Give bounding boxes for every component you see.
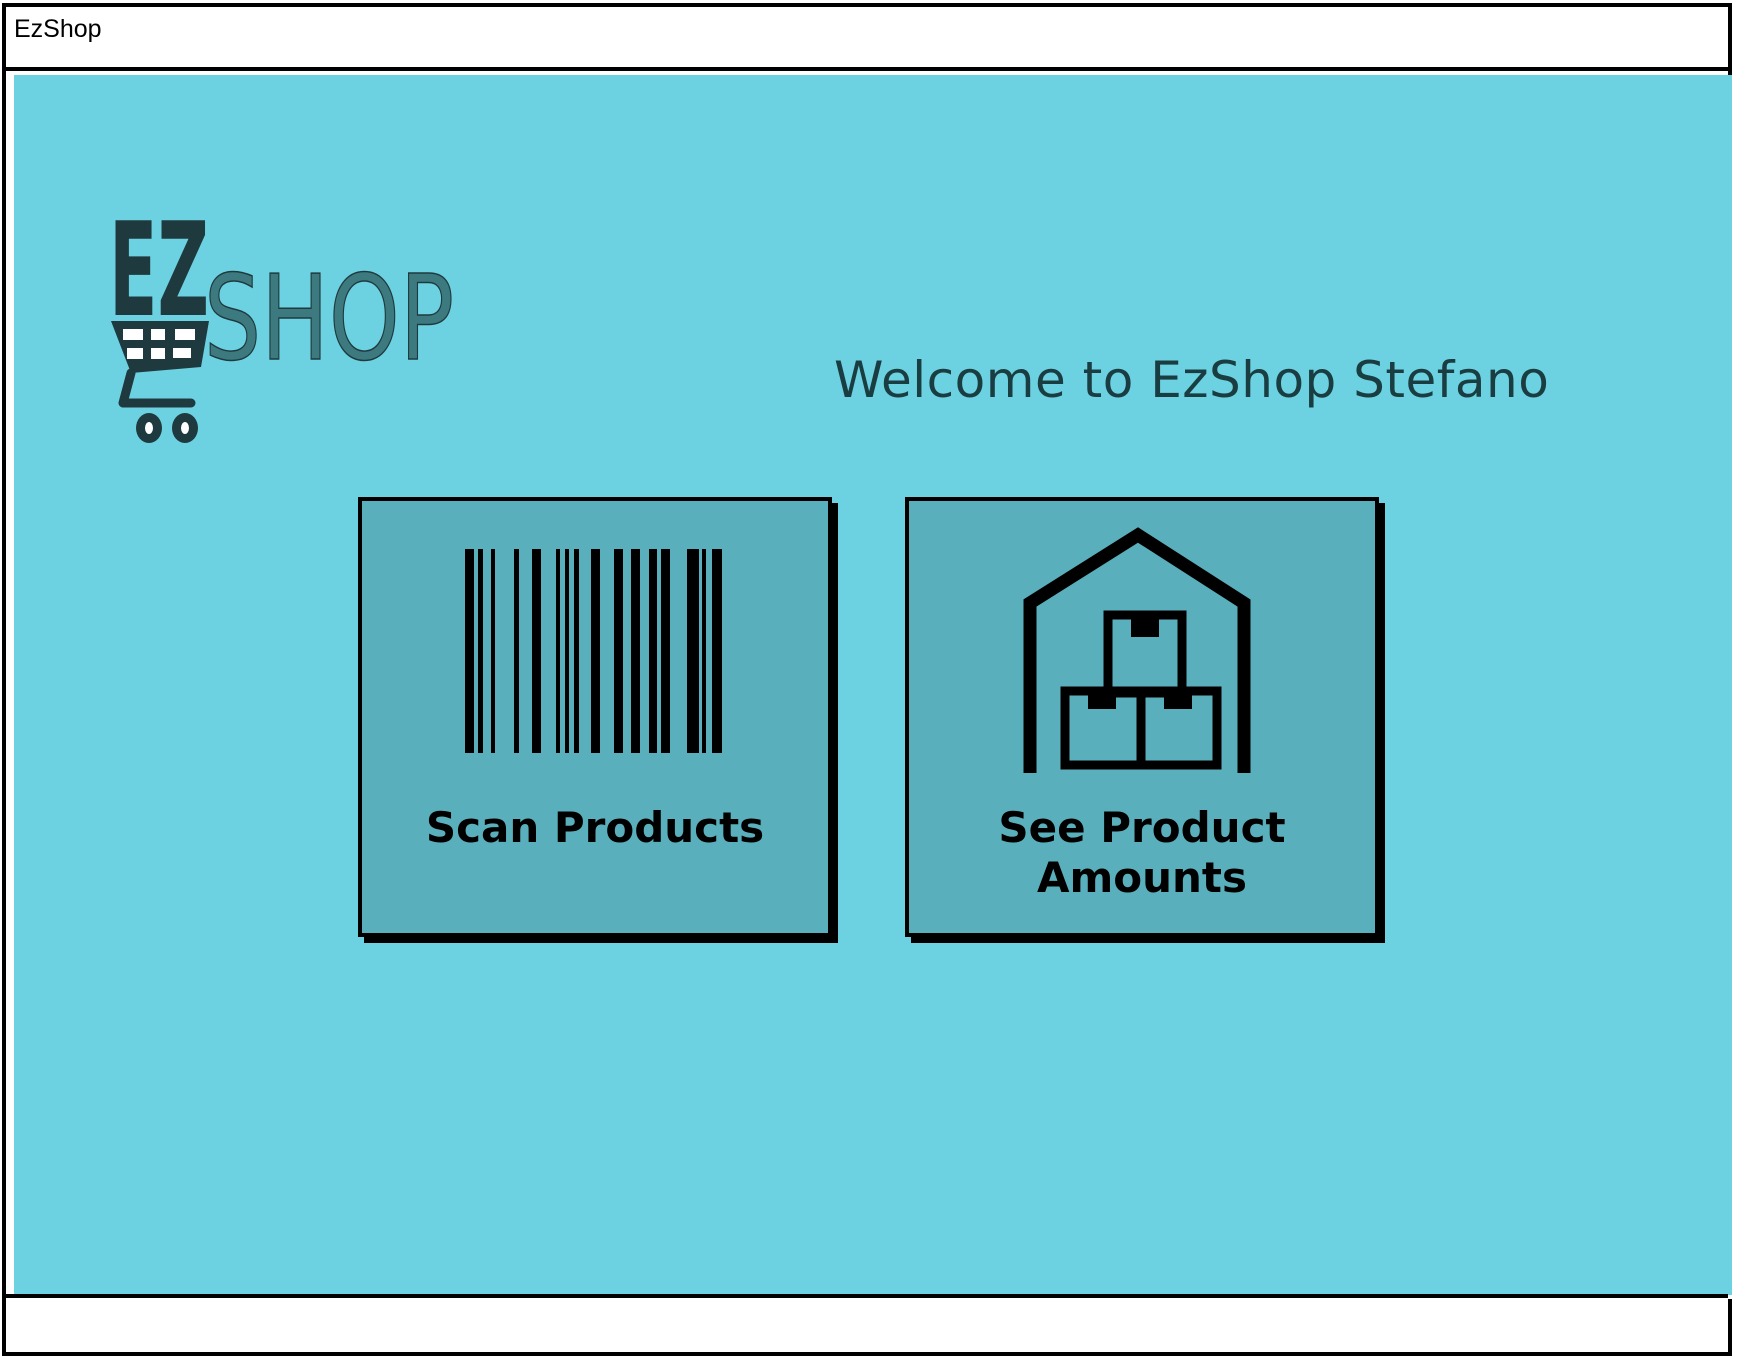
warehouse-boxes-icon	[909, 527, 1375, 775]
barcode-icon	[362, 549, 828, 753]
window-title: EzShop	[14, 15, 102, 43]
status-bar	[6, 1294, 1728, 1352]
title-bar: EzShop	[6, 7, 1728, 71]
scan-products-button[interactable]: Scan Products	[358, 497, 832, 937]
shopping-cart-logo-icon: EZ SHOP	[109, 215, 455, 443]
app-window: EzShop EZ SHOP Welcome to EzShop Stefano	[2, 3, 1736, 1356]
scan-products-label: Scan Products	[425, 803, 765, 852]
main-content: EZ SHOP Welcome to EzShop Stefano	[14, 75, 1732, 1297]
welcome-heading: Welcome to EzShop Stefano	[834, 351, 1550, 409]
logo-shop-text: SHOP	[204, 249, 454, 387]
see-product-amounts-label: See Product Amounts	[998, 803, 1286, 902]
see-product-amounts-button[interactable]: See Product Amounts	[905, 497, 1379, 937]
ezshop-logo: EZ SHOP	[109, 215, 469, 455]
